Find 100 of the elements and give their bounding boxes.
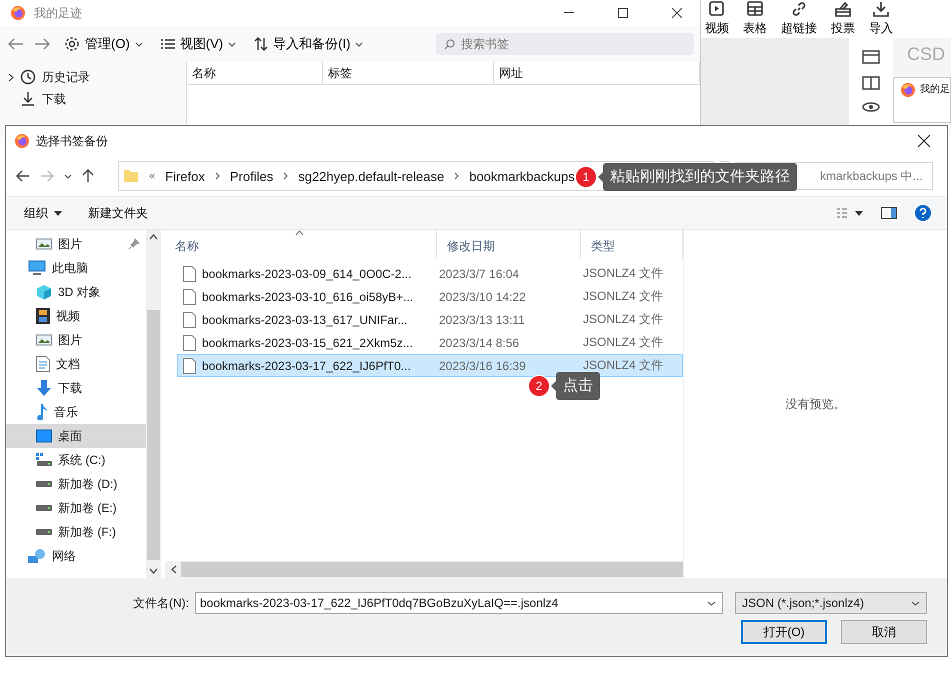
nav-item[interactable]: 音乐 — [6, 400, 146, 424]
dialog-button[interactable]: 打开(O) — [741, 620, 827, 644]
file-icon — [183, 312, 196, 328]
column-header[interactable]: 标签 — [323, 62, 494, 84]
toolbar-button[interactable]: 超链接 — [781, 0, 817, 37]
file-date: 2023/3/16 16:39 — [438, 358, 527, 372]
download-icon — [872, 0, 890, 18]
file-icon — [183, 334, 196, 350]
file-type-dropdown[interactable]: JSON (*.json;*.jsonlz4) — [735, 592, 927, 614]
file-type: JSONLZ4 文件 — [583, 311, 664, 328]
drive-icon — [36, 480, 52, 488]
nav-item[interactable]: 下载 — [6, 376, 146, 400]
scroll-left-icon[interactable] — [171, 565, 177, 574]
scroll-up-icon[interactable] — [149, 234, 158, 240]
file-row[interactable]: bookmarks-2023-03-10_616_oi58yB+... 2023/3/10 14:22 JSONLZ4 文件 — [177, 285, 683, 308]
help-icon[interactable] — [915, 205, 931, 221]
toolbar-menu[interactable]: 导入和备份(I) — [250, 35, 368, 53]
breadcrumb-item[interactable]: Profiles — [230, 168, 274, 184]
file-icon — [183, 288, 196, 304]
column-header[interactable]: 修改日期 — [437, 230, 581, 258]
file-row[interactable]: bookmarks-2023-03-17_622_IJ6PfT0... 2023/3/16 16:39 JSONLZ4 文件 — [177, 354, 683, 377]
command-button[interactable]: 组织 — [24, 204, 62, 222]
sidebar-item[interactable]: 下载 — [0, 88, 186, 110]
tooltip-pointer — [598, 172, 603, 182]
nav-item[interactable]: 文档 — [6, 352, 146, 376]
folder-icon — [123, 168, 139, 184]
caret-icon — [134, 42, 143, 46]
preview-pane-icon[interactable] — [881, 207, 897, 219]
breadcrumb-item[interactable]: bookmarkbackups — [469, 168, 575, 184]
nav-item[interactable]: 系统 (C:) — [6, 448, 146, 472]
nav-item[interactable]: 此电脑 — [6, 256, 146, 280]
search-icon — [444, 38, 455, 50]
breadcrumb-item[interactable]: Firefox — [165, 168, 205, 184]
pin-icon[interactable] — [128, 238, 140, 250]
column-header[interactable]: 类型 — [581, 230, 683, 258]
toolbar-menu[interactable]: 视图(V) — [156, 35, 240, 53]
chevron-icon — [283, 172, 288, 180]
columns-icon[interactable] — [862, 76, 880, 90]
close-icon[interactable] — [672, 8, 682, 18]
file-row[interactable]: bookmarks-2023-03-09_614_0O0C-2... 2023/3/7 16:04 JSONLZ4 文件 — [177, 262, 683, 285]
file-type: JSONLZ4 文件 — [583, 288, 664, 305]
file-type: JSONLZ4 文件 — [583, 334, 664, 351]
download-icon — [20, 91, 36, 107]
back-arrow-icon[interactable] — [16, 170, 30, 182]
video-icon — [708, 0, 726, 18]
minimize-icon[interactable] — [564, 12, 574, 14]
search-field[interactable]: 搜索书签 — [436, 33, 694, 55]
dropdown-caret-icon[interactable] — [707, 600, 716, 606]
scrollbar[interactable] — [146, 230, 161, 578]
nav-item[interactable]: 新加卷 (F:) — [6, 520, 146, 544]
filename-label: 文件名(N): — [133, 594, 189, 612]
drive-icon — [36, 504, 52, 512]
file-icon — [183, 266, 196, 282]
column-header[interactable]: 网址 — [494, 62, 700, 84]
nav-item[interactable]: 桌面 — [6, 424, 146, 448]
desktop-icon — [36, 429, 52, 443]
toolbar-button[interactable]: 表格 — [743, 0, 767, 37]
file-row[interactable]: bookmarks-2023-03-13_617_UNIFar... 2023/3/13 13:11 JSONLZ4 文件 — [177, 308, 683, 331]
file-row[interactable]: bookmarks-2023-03-15_621_2Xkm5z... 2023/3/14 8:56 JSONLZ4 文件 — [177, 331, 683, 354]
table-icon — [746, 0, 764, 18]
drive-icon — [36, 528, 52, 536]
file-name: bookmarks-2023-03-15_621_2Xkm5z... — [202, 336, 413, 350]
breadcrumb-item[interactable]: sg22hyep.default-release — [298, 168, 444, 184]
window-icon[interactable] — [862, 50, 880, 64]
view-options-icon[interactable] — [837, 208, 863, 218]
nav-item[interactable]: 新加卷 (E:) — [6, 496, 146, 520]
ballot-box-icon — [834, 0, 852, 18]
toolbar-menu[interactable]: 管理(O) — [60, 35, 147, 53]
toolbar-button[interactable]: 导入 — [869, 0, 893, 37]
close-icon[interactable] — [918, 135, 930, 147]
column-header[interactable]: 名称 — [187, 62, 323, 84]
toolbar-button[interactable]: 投票 — [831, 0, 855, 37]
filename-field[interactable]: bookmarks-2023-03-17_622_IJ6PfT0dq7BGoBzuXyLaIQ==.jsonlz4 — [195, 592, 723, 614]
nav-item[interactable]: 3D 对象 — [6, 280, 146, 304]
horizontal-scrollbar[interactable] — [165, 561, 683, 578]
nav-item[interactable]: 图片 — [6, 328, 146, 352]
nav-item[interactable]: 新加卷 (D:) — [6, 472, 146, 496]
command-button[interactable]: 新建文件夹 — [88, 204, 148, 222]
file-date: 2023/3/7 16:04 — [438, 266, 520, 280]
forward-arrow-icon[interactable] — [34, 38, 50, 50]
overflow-chevron[interactable]: « — [149, 170, 156, 182]
column-header[interactable]: 名称 — [165, 230, 437, 258]
film-icon — [36, 308, 50, 324]
nav-item[interactable]: 视频 — [6, 304, 146, 328]
recent-locations-caret-icon — [64, 174, 72, 178]
eye-icon[interactable] — [862, 102, 880, 112]
up-arrow-icon[interactable] — [82, 169, 94, 183]
nav-item[interactable]: 网络 — [6, 544, 146, 568]
logo-text: CSD — [906, 44, 946, 65]
scroll-down-icon[interactable] — [149, 568, 158, 574]
computer-icon — [28, 260, 46, 276]
dialog-button[interactable]: 取消 — [841, 620, 927, 644]
toolbar-button[interactable]: 视频 — [705, 0, 729, 37]
file-icon — [183, 358, 196, 374]
nav-item[interactable]: 图片 — [6, 232, 146, 256]
chevron-icon — [454, 172, 460, 180]
maximize-icon[interactable] — [618, 8, 628, 18]
sidebar-item[interactable]: 历史记录 — [0, 66, 186, 88]
picture-icon — [36, 237, 52, 251]
tooltip-pointer — [551, 381, 556, 391]
